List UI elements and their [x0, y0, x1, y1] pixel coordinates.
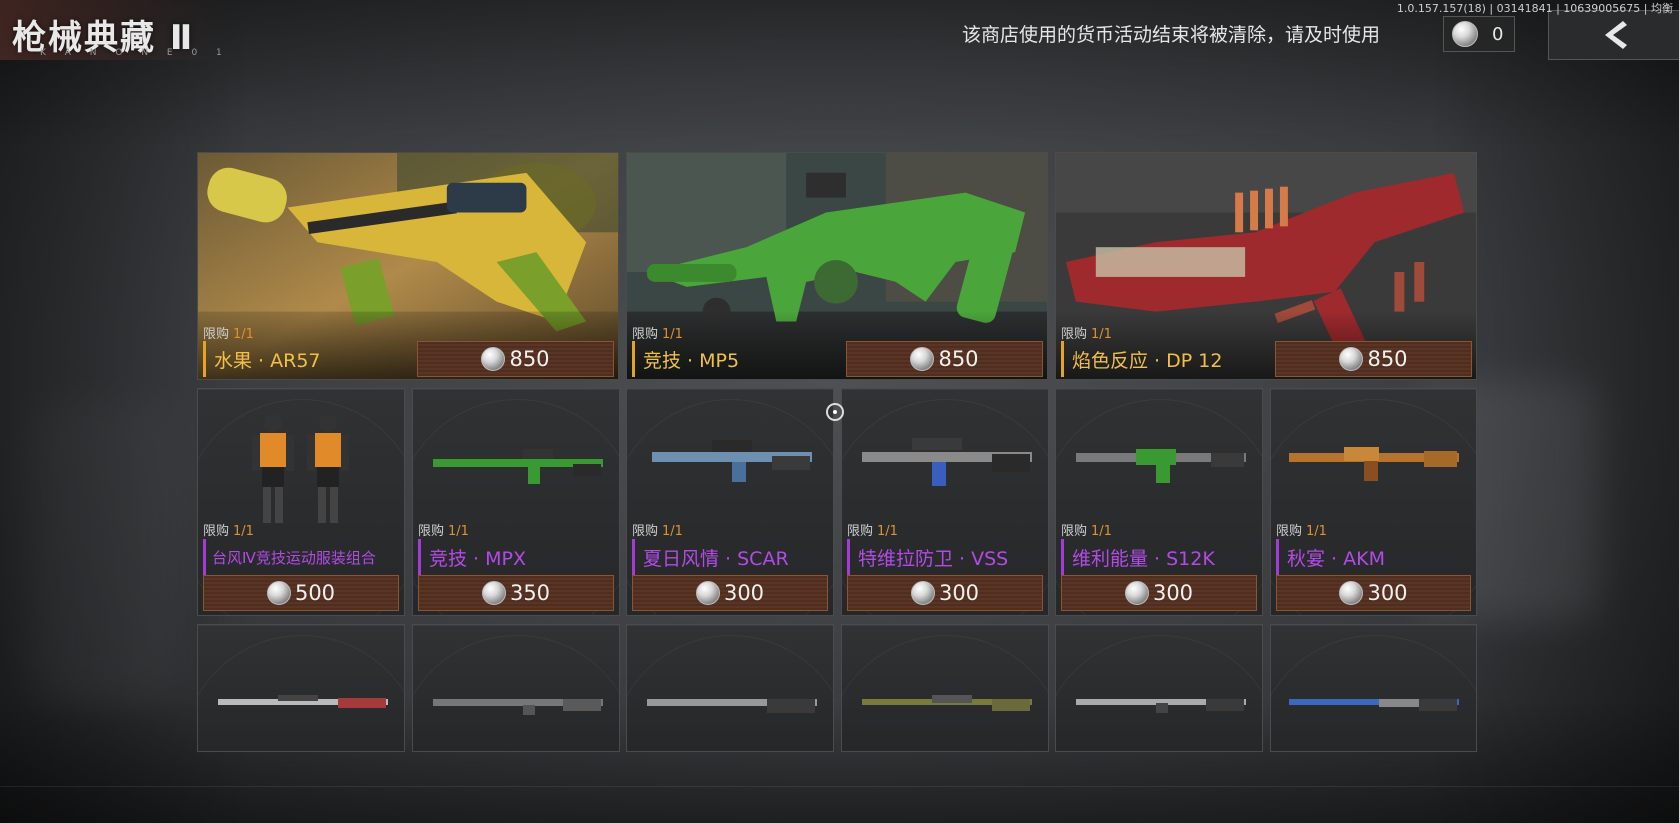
purchase-limit: 限购 1/1	[203, 524, 254, 539]
buy-button[interactable]: 350	[418, 575, 614, 611]
shop-item-card[interactable]: 限购 1/1 维利能量 · S12K 300	[1055, 388, 1263, 616]
weapon-image	[433, 449, 603, 484]
item-name: 台风Ⅳ竞技运动服装组合	[203, 539, 403, 575]
item-name: 夏日风情 · SCAR	[632, 539, 832, 575]
item-price: 850	[1367, 347, 1408, 371]
currency-notice: 该商店使用的货币活动结束将被清除，请及时使用	[962, 24, 1381, 46]
buy-button[interactable]: 850	[417, 341, 614, 377]
buy-button[interactable]: 300	[1061, 575, 1257, 611]
silver-coin-icon	[481, 581, 506, 605]
header-bar: 枪械典藏 Ⅱ K A N O N E 0 1 该商店使用的货币活动结束将被清除，…	[0, 0, 1679, 60]
shop-item-card[interactable]: 限购 1/1 台风Ⅳ竞技运动服装组合 500	[197, 388, 405, 616]
purchase-limit: 限购 1/1	[847, 524, 898, 539]
weapon-image	[862, 438, 1032, 486]
item-name: 水果 · AR57	[203, 341, 403, 377]
buy-button[interactable]: 300	[1276, 575, 1471, 611]
title-subtext: K A N O N E 0 1	[40, 48, 230, 58]
currency-value: 0	[1492, 23, 1504, 45]
item-price: 850	[509, 347, 550, 371]
purchase-limit: 限购 1/1	[632, 524, 683, 539]
shop-item-card[interactable]: 限购 1/1 水果 · AR57 850	[197, 152, 619, 380]
purchase-limit: 限购 1/1	[203, 327, 254, 342]
weapon-image	[1076, 449, 1246, 483]
silver-coin-icon	[481, 347, 506, 371]
item-name: 特维拉防卫 · VSS	[847, 539, 1047, 575]
purchase-limit: 限购 1/1	[418, 524, 469, 539]
shop-item-card[interactable]: 限购 1/1 焰色反应 · DP 12 850	[1055, 152, 1477, 380]
buy-button[interactable]: 850	[846, 341, 1043, 377]
weapon-image	[218, 695, 388, 708]
item-price: 300	[1152, 581, 1194, 605]
weapon-image	[647, 699, 817, 713]
shop-item-card[interactable]	[626, 624, 834, 752]
weapon-image	[433, 699, 603, 715]
crosshair-icon	[826, 403, 844, 421]
shop-item-card[interactable]: 限购 1/1 秋宴 · AKM 300	[1270, 388, 1477, 616]
purchase-limit: 限购 1/1	[1276, 524, 1327, 539]
divider	[0, 786, 1679, 787]
shop-item-card[interactable]	[1055, 624, 1263, 752]
item-price: 300	[723, 581, 765, 605]
item-price: 300	[938, 581, 980, 605]
silver-coin-icon	[266, 581, 291, 605]
purchase-limit: 限购 1/1	[632, 327, 683, 342]
item-name: 竞技 · MP5	[632, 341, 832, 377]
shop-item-card[interactable]	[412, 624, 620, 752]
item-name: 焰色反应 · DP 12	[1061, 341, 1261, 377]
outfit-image	[252, 414, 349, 523]
shop-item-card[interactable]: 限购 1/1 竞技 · MPX 350	[412, 388, 620, 616]
silver-coin-icon	[1124, 581, 1149, 605]
item-price: 850	[938, 347, 979, 371]
shop-item-card[interactable]	[1270, 624, 1477, 752]
item-name: 竞技 · MPX	[418, 539, 618, 575]
purchase-limit: 限购 1/1	[1061, 524, 1112, 539]
shop-item-card[interactable]: 限购 1/1 特维拉防卫 · VSS 300	[841, 388, 1049, 616]
item-price: 350	[509, 581, 551, 605]
silver-coin-icon	[910, 581, 935, 605]
buy-button[interactable]: 500	[203, 575, 399, 611]
shop-item-card[interactable]	[841, 624, 1049, 752]
purchase-limit: 限购 1/1	[1061, 327, 1112, 342]
version-info: 1.0.157.157(18) | 03141841 | 10639005675…	[1396, 2, 1673, 15]
shop-item-card[interactable]: 限购 1/1 夏日风情 · SCAR 300	[626, 388, 834, 616]
item-price: 300	[1367, 581, 1408, 605]
weapon-image	[1289, 447, 1459, 481]
weapon-image	[1289, 699, 1459, 711]
shop-item-card[interactable]: 限购 1/1 竞技 · MP5 850	[626, 152, 1048, 380]
silver-coin-icon	[695, 581, 720, 605]
buy-button[interactable]: 850	[1275, 341, 1472, 377]
item-name: 秋宴 · AKM	[1276, 539, 1476, 575]
silver-coin-icon	[1339, 581, 1364, 605]
back-button[interactable]	[1548, 10, 1679, 60]
silver-coin-icon	[1452, 21, 1478, 47]
currency-balance[interactable]: 0	[1443, 16, 1515, 52]
weapon-image	[862, 695, 1032, 711]
item-price: 500	[294, 581, 336, 605]
buy-button[interactable]: 300	[632, 575, 828, 611]
item-name: 维利能量 · S12K	[1061, 539, 1261, 575]
silver-coin-icon	[1339, 347, 1364, 371]
chevron-left-icon	[1604, 21, 1627, 49]
buy-button[interactable]: 300	[847, 575, 1043, 611]
weapon-image	[1076, 699, 1246, 713]
shop-item-card[interactable]	[197, 624, 405, 752]
weapon-image	[652, 440, 812, 482]
silver-coin-icon	[910, 347, 935, 371]
